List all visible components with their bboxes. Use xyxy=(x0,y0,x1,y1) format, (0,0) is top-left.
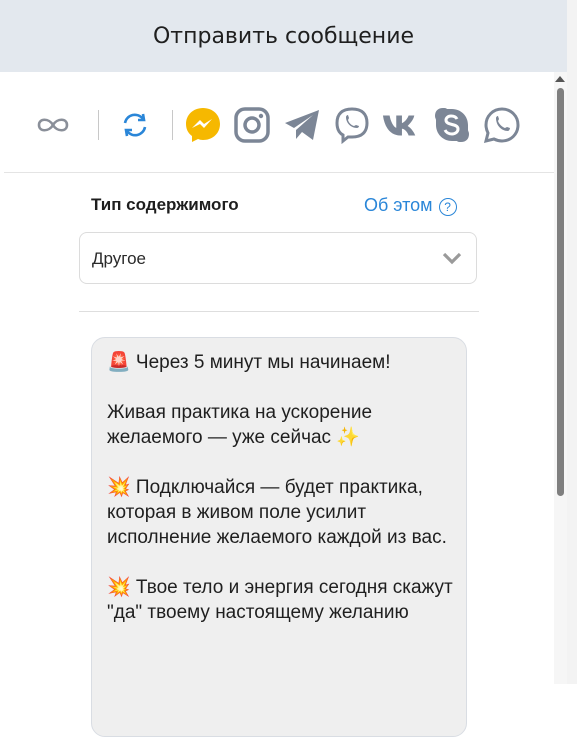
window-edge xyxy=(567,0,577,684)
content-type-value: Другое xyxy=(92,249,147,268)
skype-icon[interactable] xyxy=(433,106,471,144)
vk-icon[interactable] xyxy=(382,106,420,144)
scroll-up-arrow-icon[interactable] xyxy=(555,76,565,82)
viber-icon[interactable] xyxy=(333,106,371,144)
about-link-label: Об этом xyxy=(364,195,433,215)
instagram-icon[interactable] xyxy=(233,106,271,144)
message-text: 🚨 Через 5 минут мы начинаем! Живая практ… xyxy=(107,352,453,623)
about-link[interactable]: Об этом ? xyxy=(364,195,457,216)
scrollbar-thumb[interactable] xyxy=(557,88,564,496)
infinity-icon[interactable] xyxy=(34,106,72,144)
channel-toolbar xyxy=(4,72,554,173)
telegram-icon[interactable] xyxy=(283,106,321,144)
dialog-header: Отправить сообщение xyxy=(0,0,567,72)
section-divider xyxy=(79,311,479,312)
refresh-icon[interactable] xyxy=(116,106,154,144)
toolbar-separator xyxy=(98,110,99,140)
chevron-down-icon xyxy=(442,251,462,270)
message-panel: Тип содержимого Об этом ? Другое 🚨 Через… xyxy=(4,72,554,737)
content-type-label: Тип содержимого xyxy=(91,195,239,214)
messenger-icon[interactable] xyxy=(184,106,222,144)
toolbar-separator xyxy=(172,110,173,140)
whatsapp-icon[interactable] xyxy=(483,106,521,144)
message-bubble[interactable]: 🚨 Через 5 минут мы начинаем! Живая практ… xyxy=(91,337,467,737)
content-type-select[interactable]: Другое xyxy=(79,232,477,284)
dialog-title: Отправить сообщение xyxy=(152,23,415,49)
help-icon: ? xyxy=(438,198,457,216)
